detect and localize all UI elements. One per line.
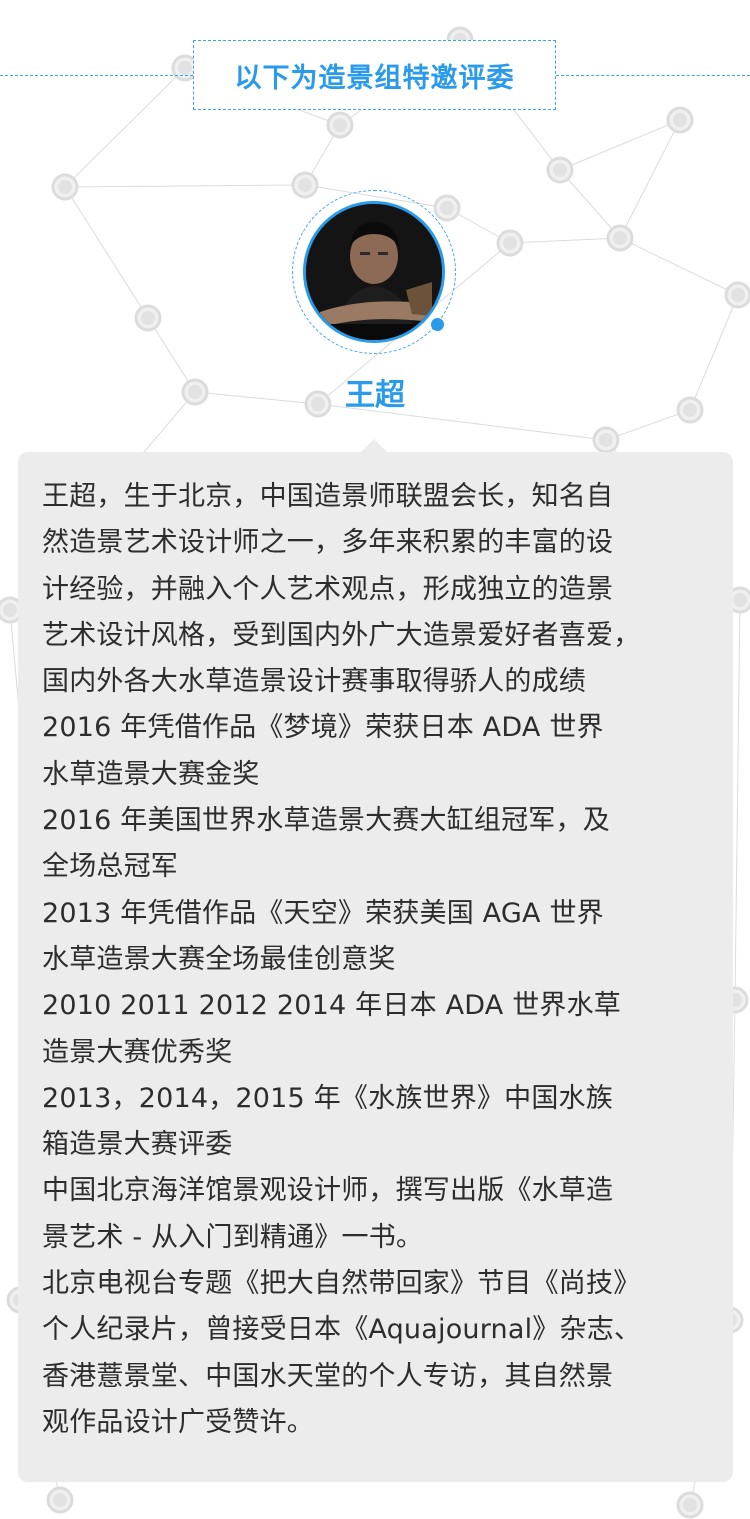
bio-line: 然造景艺术设计师之一，多年来积累的丰富的设 <box>42 527 614 559</box>
portrait-photo <box>306 204 442 340</box>
section-title: 以下为造景组特邀评委 <box>234 62 515 94</box>
section-header: 以下为造景组特邀评委 <box>193 40 556 110</box>
bio-line: 艺术设计风格，受到国内外广大造景爱好者喜爱， <box>42 619 641 651</box>
bio-line: 香港薏景堂、中国水天堂的个人专访，其自然景 <box>42 1360 614 1392</box>
bio-line: 2013 年凭借作品《天空》荣获美国 AGA 世界 <box>42 897 604 929</box>
bio-line: 个人纪录片，曾接受日本《Aquajournal》杂志、 <box>42 1314 642 1346</box>
bio-line: 2010 2011 2012 2014 年日本 ADA 世界水草 <box>42 990 622 1022</box>
bio-line: 国内外各大水草造景设计赛事取得骄人的成绩 <box>42 666 586 698</box>
bio-line: 景艺术 - 从入门到精通》一书。 <box>42 1221 424 1253</box>
bio-line: 全场总冠军 <box>42 851 178 883</box>
bio-line: 造景大赛优秀奖 <box>42 1036 233 1068</box>
avatar <box>303 201 445 343</box>
bio-text: 王超，生于北京，中国造景师联盟会长，知名自 然造景艺术设计师之一，多年来积累的丰富… <box>42 474 709 1446</box>
bio-line: 中国北京海洋馆景观设计师，撰写出版《水草造 <box>42 1175 614 1207</box>
status-dot-icon <box>431 318 444 331</box>
bio-line: 箱造景大赛评委 <box>42 1129 233 1161</box>
judge-name: 王超 <box>345 378 405 413</box>
bio-line: 王超，生于北京，中国造景师联盟会长，知名自 <box>42 481 614 512</box>
bio-line: 2013，2014，2015 年《水族世界》中国水族 <box>42 1082 613 1114</box>
bio-line: 北京电视台专题《把大自然带回家》节目《尚技》 <box>42 1268 641 1300</box>
header-divider-left <box>0 75 193 76</box>
bio-line: 2016 年凭借作品《梦境》荣获日本 ADA 世界 <box>42 712 604 744</box>
bio-line: 观作品设计广受赞许。 <box>42 1406 314 1438</box>
bio-card: 王超，生于北京，中国造景师联盟会长，知名自 然造景艺术设计师之一，多年来积累的丰富… <box>18 452 733 1482</box>
bio-line: 2016 年美国世界水草造景大赛大缸组冠军，及 <box>42 805 610 837</box>
bio-line: 水草造景大赛金奖 <box>42 758 260 790</box>
header-divider-right <box>556 75 750 76</box>
bio-line: 计经验，并融入个人艺术观点，形成独立的造景 <box>42 573 614 605</box>
bio-line: 水草造景大赛全场最佳创意奖 <box>42 943 396 975</box>
card-pointer <box>361 439 387 452</box>
